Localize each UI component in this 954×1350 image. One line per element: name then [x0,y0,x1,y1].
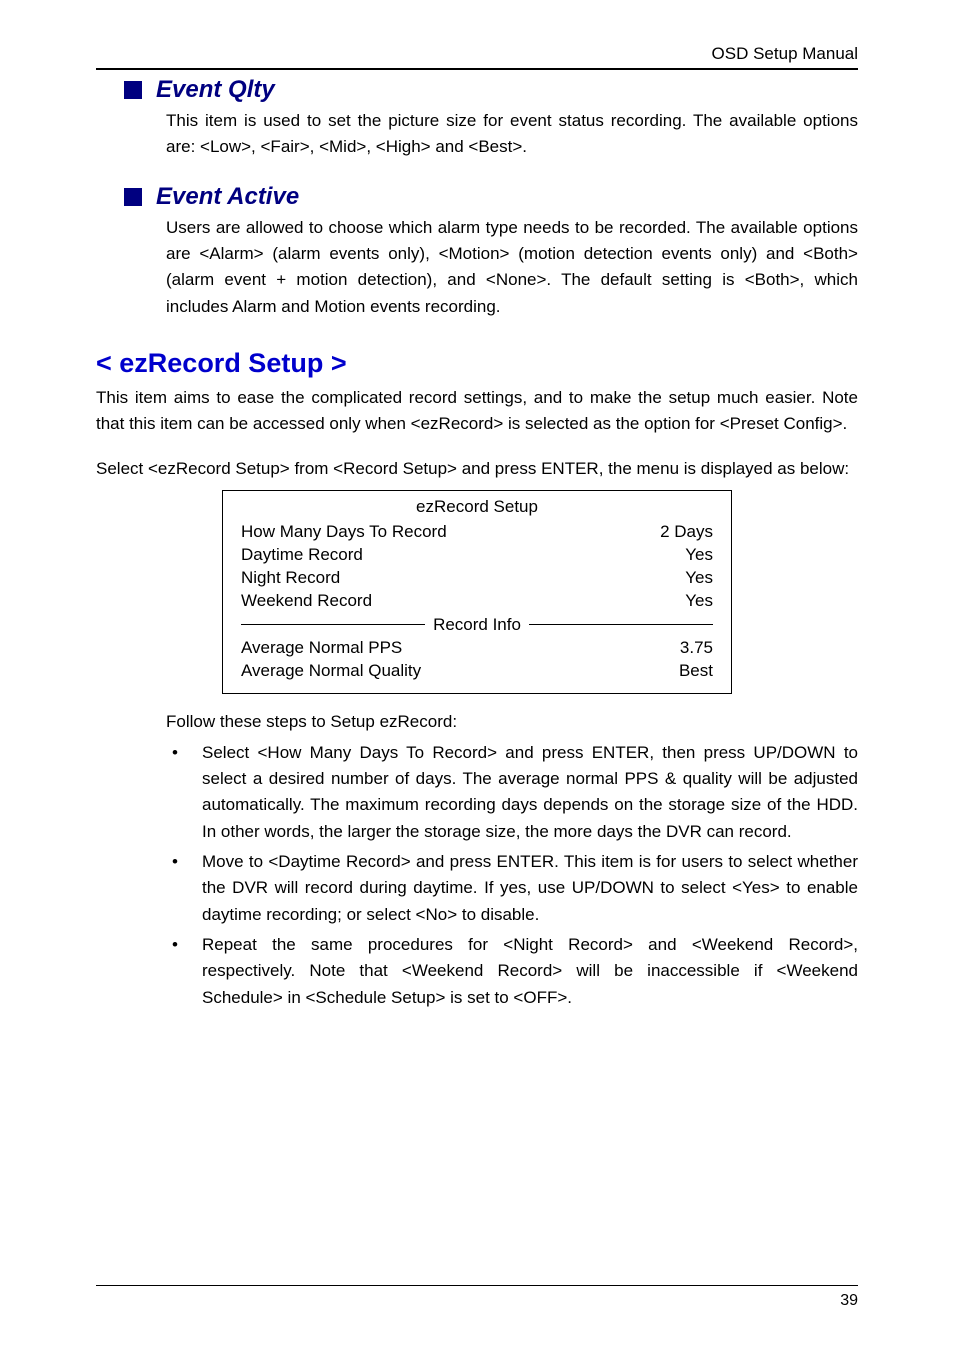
section-event-active-body: Users are allowed to choose which alarm … [96,215,858,320]
page: OSD Setup Manual Event Qlty This item is… [0,0,954,1350]
ezrecord-row-label: Night Record [241,567,340,590]
ezrecord-row-label: Weekend Record [241,590,372,613]
follow-steps-label: Follow these steps to Setup ezRecord: [96,712,858,732]
ezrecord-box: ezRecord Setup How Many Days To Record 2… [222,490,732,694]
footer-rule [96,1285,858,1286]
ezrecord-row-label: Daytime Record [241,544,363,567]
ezrecord-row-value: Yes [685,567,713,590]
ezrecord-row: Night Record Yes [241,567,713,590]
ezrecord-row-value: Yes [685,544,713,567]
steps-list: • Select <How Many Days To Record> and p… [96,740,858,1011]
ezrecord-separator: Record Info [241,615,713,635]
header-rule [96,68,858,70]
ezrecord-row-value: Best [679,660,713,683]
separator-line-icon [241,624,425,625]
ezrecord-row: Average Normal PPS 3.75 [241,637,713,660]
square-bullet-icon [124,81,142,99]
bullet-dot-icon: • [166,849,202,928]
section-title: Event Active [156,183,299,211]
section-event-qlty-body: This item is used to set the picture siz… [96,108,858,161]
ezrecord-separator-text: Record Info [425,615,529,635]
ezrecord-row: How Many Days To Record 2 Days [241,521,713,544]
bullet-dot-icon: • [166,740,202,845]
running-header: OSD Setup Manual [96,44,858,68]
list-item-text: Select <How Many Days To Record> and pre… [202,740,858,845]
ezrecord-box-title: ezRecord Setup [241,497,713,517]
list-item: • Repeat the same procedures for <Night … [166,932,858,1011]
ezrecord-row: Weekend Record Yes [241,590,713,613]
page-footer: 39 [96,1285,858,1310]
square-bullet-icon [124,188,142,206]
ezrecord-row-label: Average Normal Quality [241,660,421,683]
ezrecord-intro-2: Select <ezRecord Setup> from <Record Set… [96,456,858,482]
ezrecord-row-value: 2 Days [660,521,713,544]
bullet-dot-icon: • [166,932,202,1011]
section-event-qlty-heading: Event Qlty [96,76,858,104]
ezrecord-box-wrap: ezRecord Setup How Many Days To Record 2… [96,490,858,694]
ezrecord-row-label: Average Normal PPS [241,637,402,660]
ezrecord-heading: < ezRecord Setup > [96,348,858,379]
list-item: • Move to <Daytime Record> and press ENT… [166,849,858,928]
section-title: Event Qlty [156,76,275,104]
page-number: 39 [96,1292,858,1310]
ezrecord-row: Daytime Record Yes [241,544,713,567]
list-item-text: Move to <Daytime Record> and press ENTER… [202,849,858,928]
ezrecord-row-label: How Many Days To Record [241,521,447,544]
ezrecord-intro-1: This item aims to ease the complicated r… [96,385,858,438]
separator-line-icon [529,624,713,625]
list-item: • Select <How Many Days To Record> and p… [166,740,858,845]
ezrecord-row: Average Normal Quality Best [241,660,713,683]
list-item-text: Repeat the same procedures for <Night Re… [202,932,858,1011]
ezrecord-row-value: Yes [685,590,713,613]
ezrecord-row-value: 3.75 [680,637,713,660]
section-event-active-heading: Event Active [96,183,858,211]
